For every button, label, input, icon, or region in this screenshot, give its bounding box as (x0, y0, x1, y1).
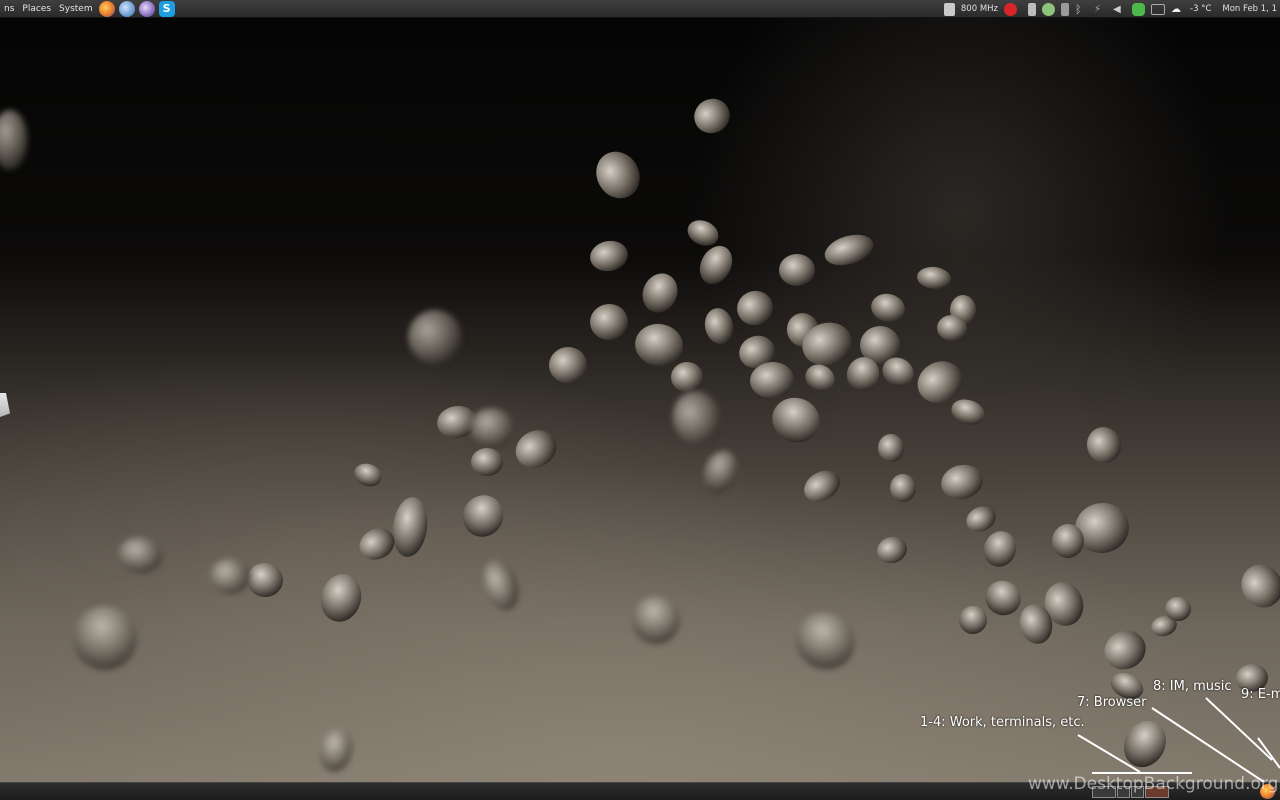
wallpaper-pebble (699, 245, 733, 285)
wallpaper-pebble (824, 234, 874, 266)
wallpaper-pebble (642, 273, 678, 313)
wallpaper-pebble (471, 447, 503, 477)
annotation-browser: 7: Browser (1077, 695, 1147, 710)
applications-menu[interactable]: ns (0, 0, 18, 18)
wallpaper-pebble (871, 293, 905, 323)
volume-icon[interactable]: ◀ (1113, 3, 1126, 16)
desktop-wallpaper (0, 0, 1280, 800)
wallpaper-pebble (779, 253, 815, 287)
wallpaper-pebble (672, 391, 722, 445)
wallpaper-pebble (210, 557, 250, 595)
wallpaper-pebble (635, 323, 683, 367)
wallpaper-pebble (1104, 630, 1146, 670)
wallpaper-pebble (703, 450, 737, 494)
wallpaper-pebble (877, 536, 907, 564)
wallpaper-pebble (694, 98, 730, 134)
wallpaper-pebble (959, 606, 987, 634)
wallpaper-pebble (804, 470, 840, 502)
wallpaper-pebble (1086, 427, 1122, 463)
wallpaper-pebble (408, 310, 462, 364)
wallpaper-pebble (1241, 564, 1280, 608)
wallpaper-pebble (0, 110, 28, 170)
wallpaper-pebble (483, 559, 519, 611)
wallpaper-pebble (983, 531, 1017, 567)
wallpaper-pebble (951, 399, 985, 425)
chat-status-icon[interactable] (1132, 2, 1146, 16)
wallpaper-pebble (985, 580, 1021, 616)
desktop-screen: ns Places System S 800 MHz ᛒ ⚡ ◀ ☁ -3 °C… (0, 0, 1280, 800)
im-client-icon[interactable] (138, 0, 155, 17)
wallpaper-pebble (392, 497, 428, 557)
wallpaper-pebble (247, 562, 283, 598)
annotation-im: 8: IM, music (1153, 679, 1232, 694)
wallpaper-pebble (590, 303, 628, 341)
wallpaper-pebble (941, 464, 983, 500)
battery-icon[interactable] (1028, 2, 1037, 16)
wallpaper-pebble (549, 346, 587, 384)
power-plug-icon[interactable]: ⚡ (1094, 3, 1107, 16)
system-menu[interactable]: System (55, 0, 97, 18)
wallpaper-pebble (1123, 720, 1167, 768)
network-icon[interactable] (1061, 2, 1070, 16)
places-menu[interactable]: Places (18, 0, 55, 18)
wallpaper-pebble (319, 728, 353, 772)
wallpaper-pebble (772, 397, 820, 443)
skype-icon[interactable]: S (158, 0, 175, 17)
wallpaper-pebble (73, 606, 137, 670)
wallpaper-pebble (590, 240, 628, 272)
watermark-text: www.DesktopBackground.org (1028, 774, 1279, 794)
bluetooth-icon[interactable]: ᛒ (1075, 3, 1088, 16)
wallpaper-pebble (596, 151, 640, 199)
no-entry-icon[interactable] (1004, 2, 1018, 16)
wallpaper-pebble (737, 290, 773, 326)
clock[interactable]: Mon Feb 1, 1 (1222, 4, 1277, 14)
wallpaper-pebble (687, 220, 719, 246)
wallpaper-pebble (704, 308, 734, 344)
annotation-email: 9: E-m (1241, 687, 1280, 702)
wallpaper-pebble (470, 407, 514, 449)
wallpaper-pebble (889, 474, 917, 502)
annotation-work: 1-4: Work, terminals, etc. (920, 715, 1085, 730)
wallpaper-pebble (515, 430, 557, 468)
system-tray: 800 MHz ᛒ ⚡ ◀ ☁ -3 °C Mon Feb 1, 1 (941, 0, 1280, 18)
wallpaper-pebble (462, 495, 504, 537)
mail-icon[interactable] (1151, 3, 1166, 15)
firefox-icon[interactable] (98, 0, 115, 17)
temperature-text: -3 °C (1190, 4, 1212, 14)
update-icon[interactable] (1042, 2, 1056, 16)
wallpaper-pebble (877, 434, 905, 462)
wallpaper-pebbles (0, 98, 1280, 772)
weather-icon[interactable]: ☁ (1171, 3, 1184, 16)
wallpaper-pebble (632, 596, 680, 644)
wallpaper-pebble (118, 536, 162, 574)
wallpaper-pebble (671, 361, 703, 393)
cpu-frequency-icon[interactable] (943, 2, 955, 16)
wallpaper-pebble (320, 574, 362, 622)
wallpaper-pebble (354, 463, 382, 487)
top-panel: ns Places System S 800 MHz ᛒ ⚡ ◀ ☁ -3 °C… (0, 0, 1280, 18)
mail-client-icon[interactable] (118, 0, 135, 17)
cpu-frequency-text: 800 MHz (960, 4, 999, 14)
wallpaper-pebble (917, 266, 951, 290)
wallpaper-pebble (966, 506, 996, 532)
wallpaper-pebble (795, 612, 855, 670)
wallpaper-pebble (805, 364, 835, 392)
